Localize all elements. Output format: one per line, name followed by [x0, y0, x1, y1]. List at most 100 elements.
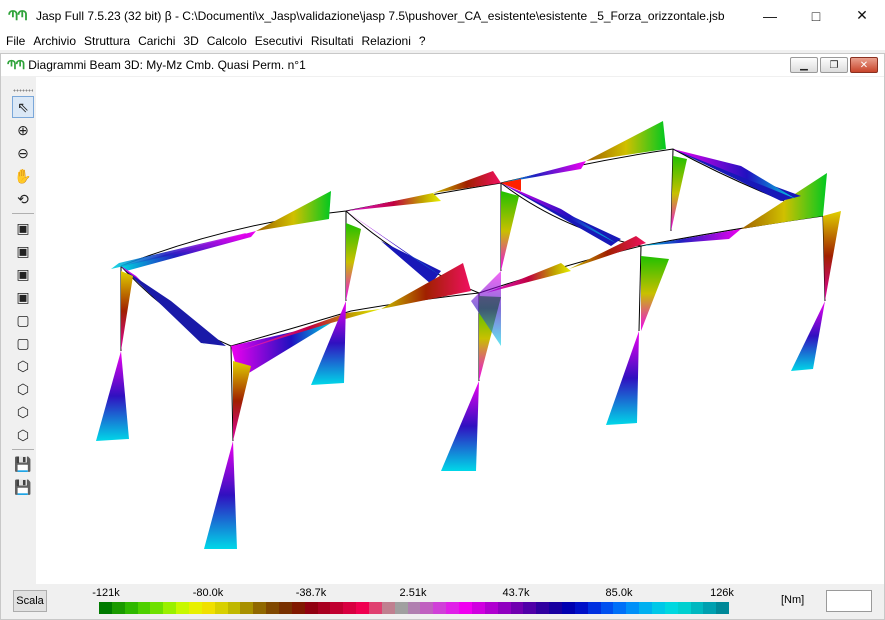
select-arrow-button[interactable]: ⇖ — [12, 96, 34, 118]
scale-swatch — [561, 602, 575, 614]
toolbar-separator — [12, 213, 34, 214]
scale-swatch — [459, 602, 472, 614]
view-back-button[interactable]: ▢ — [12, 332, 34, 354]
scale-swatch — [343, 602, 357, 614]
maximize-button[interactable]: □ — [793, 0, 839, 31]
select-arrow-icon: ⇖ — [17, 98, 29, 115]
menu-struttura[interactable]: Struttura — [80, 34, 134, 48]
save-as-button[interactable]: 💾 — [12, 476, 34, 498]
child-window: ՊՊ Diagrammi Beam 3D: My-Mz Cmb. Quasi P… — [0, 53, 885, 620]
view-bottom-icon: ⬡ — [16, 426, 30, 443]
zoom-in-icon: ⊕ — [17, 121, 29, 138]
scale-swatch — [664, 602, 678, 614]
save-button[interactable]: 💾 — [12, 453, 34, 475]
menu-3d[interactable]: 3D — [179, 34, 202, 48]
title-bar[interactable]: ՊՊ Jasp Full 7.5.23 (32 bit) β - C:\Docu… — [0, 0, 885, 31]
scale-swatch — [201, 602, 215, 614]
scale-tick: -80.0k — [192, 587, 224, 599]
child-close-button[interactable]: ✕ — [850, 57, 878, 73]
scale-swatch — [317, 602, 331, 614]
scale-swatch — [111, 602, 125, 614]
scale-swatch — [420, 602, 434, 614]
scale-swatch — [407, 602, 421, 614]
view-iso-1-icon: ▣ — [16, 219, 30, 236]
scale-swatch — [176, 602, 190, 614]
view-toolbar: ⇖ ⊕ ⊖ ✋ ⟲ ▣ ▣ ▣ ▣ ▢ ▢ ⬡ ⬡ ⬡ ⬡ 💾 💾 — [10, 87, 36, 497]
scale-swatch — [369, 602, 382, 614]
view-top-icon: ⬡ — [16, 403, 30, 420]
diagram-3d — [96, 121, 841, 549]
scale-swatch — [240, 602, 254, 614]
view-iso-4-button[interactable]: ▣ — [12, 286, 34, 308]
toolbar-separator — [12, 449, 34, 450]
view-left-button[interactable]: ⬡ — [12, 355, 34, 377]
menu-carichi[interactable]: Carichi — [134, 34, 179, 48]
scale-swatch — [716, 602, 730, 614]
view-iso-1-button[interactable]: ▣ — [12, 217, 34, 239]
scale-swatch — [484, 602, 498, 614]
color-scale-strip — [99, 602, 730, 614]
menu-help[interactable]: ? — [415, 34, 430, 48]
view-bottom-button[interactable]: ⬡ — [12, 424, 34, 446]
view-iso-2-icon: ▣ — [16, 242, 30, 259]
child-restore-button[interactable]: ❐ — [820, 57, 848, 73]
view-front-button[interactable]: ▢ — [12, 309, 34, 331]
scale-swatch — [266, 602, 280, 614]
close-button[interactable]: ✕ — [839, 0, 885, 31]
scale-tick: 43.7k — [502, 587, 530, 599]
menu-relazioni[interactable]: Relazioni — [358, 34, 415, 48]
zoom-out-button[interactable]: ⊖ — [12, 142, 34, 164]
scale-tick: 85.0k — [605, 587, 633, 599]
view-iso-3-button[interactable]: ▣ — [12, 263, 34, 285]
scale-swatch — [600, 602, 614, 614]
scale-swatch — [189, 602, 202, 614]
close-icon: ✕ — [859, 59, 869, 71]
scale-swatch — [291, 602, 305, 614]
scale-swatch — [433, 602, 447, 614]
scale-swatch — [446, 602, 460, 614]
minimize-button[interactable]: — — [747, 0, 793, 31]
scale-swatch — [381, 602, 395, 614]
scale-value-field[interactable] — [826, 590, 872, 612]
menu-risultati[interactable]: Risultati — [307, 34, 358, 48]
save-icon: 💾 — [14, 455, 32, 472]
menu-archivio[interactable]: Archivio — [29, 34, 80, 48]
scale-swatch — [330, 602, 344, 614]
menu-file[interactable]: File — [2, 34, 29, 48]
minimize-icon: — — [763, 7, 777, 24]
toolbar-grip[interactable] — [13, 89, 33, 92]
view-iso-2-button[interactable]: ▣ — [12, 240, 34, 262]
view-iso-3-icon: ▣ — [16, 265, 30, 282]
diagram-canvas[interactable] — [36, 77, 884, 585]
scale-swatch — [394, 602, 408, 614]
pan-hand-button[interactable]: ✋ — [12, 165, 34, 187]
view-right-button[interactable]: ⬡ — [12, 378, 34, 400]
window-title: Jasp Full 7.5.23 (32 bit) β - C:\Documen… — [36, 8, 725, 23]
scala-button[interactable]: Scala — [13, 590, 47, 612]
scale-swatch — [471, 602, 485, 614]
child-app-icon: ՊՊ — [7, 58, 25, 72]
child-title-bar[interactable]: ՊՊ Diagrammi Beam 3D: My-Mz Cmb. Quasi P… — [1, 54, 884, 76]
restore-icon: ❐ — [829, 59, 839, 71]
zoom-out-icon: ⊖ — [17, 144, 29, 161]
menu-esecutivi[interactable]: Esecutivi — [251, 34, 307, 48]
rotate-icon: ⟲ — [17, 190, 29, 207]
scale-swatch — [549, 602, 562, 614]
app-window: ՊՊ Jasp Full 7.5.23 (32 bit) β - C:\Docu… — [0, 0, 885, 620]
menu-calcolo[interactable]: Calcolo — [203, 34, 251, 48]
scale-swatch — [163, 602, 177, 614]
view-right-icon: ⬡ — [16, 380, 30, 397]
beam-diagrams — [111, 121, 827, 379]
scale-swatch — [279, 602, 292, 614]
scale-swatch — [227, 602, 241, 614]
column-diagrams — [96, 156, 841, 549]
scale-swatch — [137, 602, 151, 614]
unit-label: [Nm] — [781, 594, 805, 606]
scale-swatch — [677, 602, 691, 614]
scale-swatch — [150, 602, 164, 614]
view-top-button[interactable]: ⬡ — [12, 401, 34, 423]
scale-swatch — [510, 602, 524, 614]
rotate-button[interactable]: ⟲ — [12, 188, 34, 210]
child-minimize-button[interactable]: ▁ — [790, 57, 818, 73]
zoom-in-button[interactable]: ⊕ — [12, 119, 34, 141]
